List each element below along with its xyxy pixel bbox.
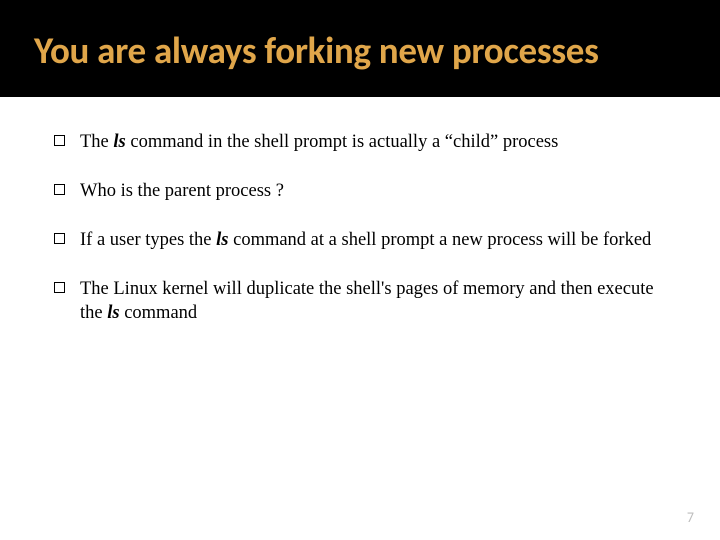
- title-band: You are always forking new processes: [0, 0, 720, 97]
- checkbox-icon: [54, 282, 65, 293]
- bullet-text-pre: Who is the parent process ?: [80, 181, 284, 201]
- bullet-text-pre: The: [80, 132, 113, 152]
- page-number: 7: [687, 509, 694, 526]
- bullet-item: The ls command in the shell prompt is ac…: [54, 131, 680, 154]
- bullet-text-post: command: [120, 303, 198, 323]
- slide-title: You are always forking new processes: [34, 28, 720, 73]
- bullet-item: The Linux kernel will duplicate the shel…: [54, 278, 680, 324]
- slide: You are always forking new processes The…: [0, 0, 720, 540]
- bullet-item: Who is the parent process ?: [54, 180, 680, 203]
- bullet-text-post: command in the shell prompt is actually …: [126, 132, 559, 152]
- checkbox-icon: [54, 135, 65, 146]
- slide-body: The ls command in the shell prompt is ac…: [0, 97, 720, 325]
- checkbox-icon: [54, 184, 65, 195]
- bullet-cmd: ls: [216, 230, 228, 250]
- bullet-cmd: ls: [113, 132, 125, 152]
- bullet-item: If a user types the ls command at a shel…: [54, 229, 680, 252]
- bullet-cmd: ls: [107, 303, 119, 323]
- bullet-text-pre: If a user types the: [80, 230, 216, 250]
- checkbox-icon: [54, 233, 65, 244]
- bullet-text-post: command at a shell prompt a new process …: [228, 230, 651, 250]
